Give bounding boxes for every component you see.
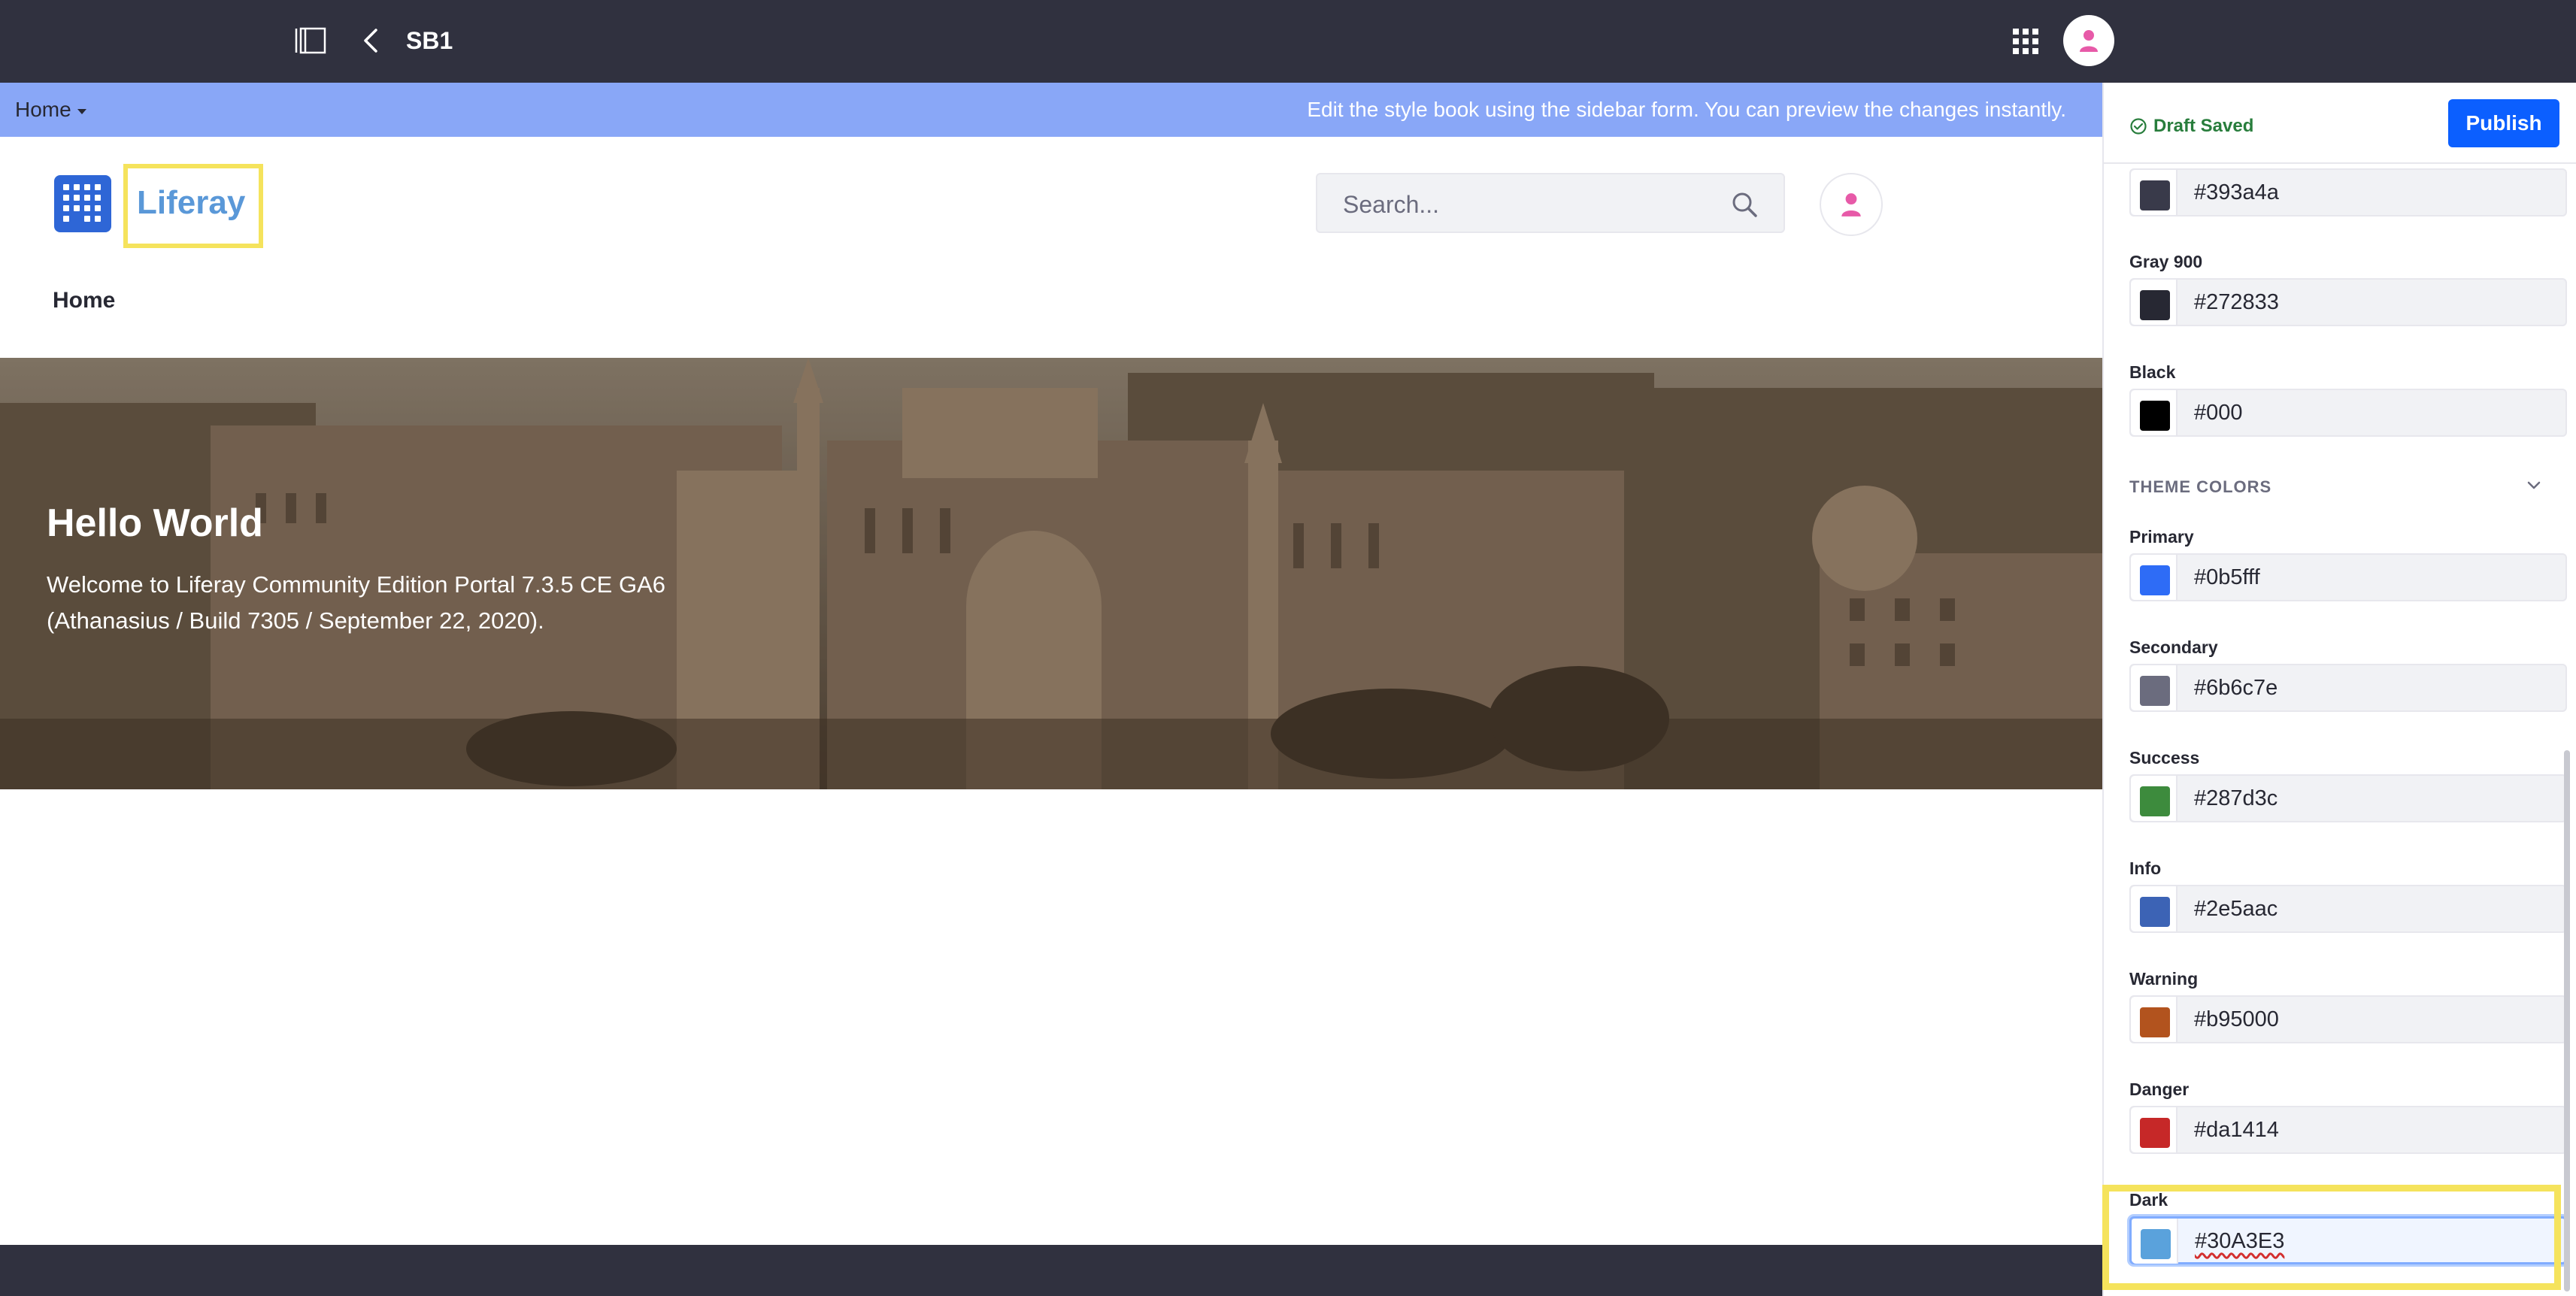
- color-swatch: [2140, 786, 2170, 816]
- field-label: Black: [2129, 362, 2176, 382]
- page-selector-label: Home: [15, 98, 71, 121]
- color-value: #272833: [2194, 290, 2279, 314]
- style-book-sidebar: Draft Saved Publish #393a4a Gray 900 #27…: [2102, 83, 2576, 1296]
- color-input[interactable]: #287d3c: [2129, 774, 2567, 822]
- color-value: #000: [2194, 401, 2243, 425]
- color-picker-button[interactable]: [2131, 997, 2177, 1042]
- color-picker-button[interactable]: [2131, 776, 2177, 821]
- page-selector[interactable]: Home: [15, 95, 86, 125]
- sidebar-scrollbar[interactable]: [2564, 750, 2570, 1291]
- color-value: #287d3c: [2194, 786, 2278, 810]
- field-label: Info: [2129, 858, 2162, 878]
- color-input[interactable]: #0b5fff: [2129, 553, 2567, 601]
- color-value: #2e5aac: [2194, 897, 2278, 921]
- color-input[interactable]: #da1414: [2129, 1106, 2567, 1154]
- style-book-title: SB1: [406, 27, 453, 54]
- color-value: #0b5fff: [2194, 565, 2260, 589]
- color-picker-button[interactable]: [2131, 170, 2177, 215]
- color-picker-button[interactable]: [2131, 665, 2177, 710]
- site-search-input[interactable]: Search...: [1316, 173, 1785, 233]
- color-swatch: [2140, 565, 2170, 595]
- color-swatch: [2140, 1118, 2170, 1148]
- color-picker-button[interactable]: [2131, 555, 2177, 600]
- color-input[interactable]: #2e5aac: [2129, 885, 2567, 933]
- field-label: Primary: [2129, 527, 2194, 547]
- color-input[interactable]: #393a4a: [2129, 168, 2567, 217]
- nav-item-home[interactable]: Home: [53, 286, 115, 316]
- color-picker-button[interactable]: [2131, 390, 2177, 435]
- field-label: Success: [2129, 748, 2200, 768]
- color-swatch: [2140, 1007, 2170, 1037]
- color-swatch: [2140, 180, 2170, 210]
- color-input[interactable]: #30A3E3: [2129, 1216, 2567, 1264]
- color-swatch: [2140, 290, 2170, 320]
- field-label: Dark: [2129, 1190, 2168, 1210]
- color-input[interactable]: #272833: [2129, 278, 2567, 326]
- site-name-highlight: [123, 164, 263, 248]
- color-picker-button[interactable]: [2131, 1107, 2177, 1152]
- draft-status: Draft Saved: [2129, 114, 2253, 138]
- field-label: Secondary: [2129, 637, 2218, 657]
- color-value: #393a4a: [2194, 180, 2279, 204]
- color-swatch: [2140, 401, 2170, 431]
- hero-title: Hello World: [47, 501, 263, 545]
- site-user-avatar[interactable]: [1820, 173, 1883, 236]
- hero-text: Welcome to Liferay Community Edition Por…: [47, 571, 665, 634]
- draft-status-label: Draft Saved: [2153, 116, 2254, 136]
- color-value: #6b6c7e: [2194, 676, 2278, 700]
- control-bar: SB1: [0, 0, 2576, 83]
- back-icon[interactable]: [359, 26, 383, 56]
- color-value: #da1414: [2194, 1118, 2279, 1142]
- caret-down-icon: [77, 108, 86, 114]
- user-avatar[interactable]: [2063, 15, 2114, 66]
- sidebar-header: Draft Saved Publish: [2104, 83, 2576, 164]
- info-strip: Home Edit the style book using the sideb…: [0, 83, 2102, 137]
- color-picker-button[interactable]: [2131, 886, 2177, 931]
- color-input[interactable]: #6b6c7e: [2129, 664, 2567, 712]
- sidebar-toggle-icon[interactable]: [295, 27, 328, 54]
- field-label: Danger: [2129, 1079, 2190, 1099]
- user-avatar-icon: [1841, 193, 1861, 217]
- field-label: Gray 900: [2129, 252, 2203, 271]
- color-picker-button[interactable]: [2132, 1219, 2178, 1264]
- color-input[interactable]: #000: [2129, 389, 2567, 437]
- color-picker-button[interactable]: [2131, 280, 2177, 325]
- search-placeholder: Search...: [1343, 191, 1440, 218]
- field-label: Warning: [2129, 969, 2199, 989]
- search-icon[interactable]: [1729, 189, 1759, 220]
- hero-banner: Hello World Welcome to Liferay Community…: [0, 358, 2102, 789]
- color-value: #30A3E3: [2195, 1229, 2285, 1253]
- site-preview: Liferay Search... Home Hello World Welco…: [0, 137, 2102, 1245]
- color-value: #b95000: [2194, 1007, 2279, 1031]
- apps-grid-icon[interactable]: [2011, 27, 2040, 56]
- color-swatch: [2141, 1229, 2171, 1259]
- liferay-logo-icon[interactable]: [54, 175, 111, 232]
- chevron-down-icon[interactable]: [2523, 475, 2544, 496]
- info-message: Edit the style book using the sidebar fo…: [1307, 98, 2066, 121]
- theme-colors-heading[interactable]: THEME COLORS: [2129, 477, 2271, 498]
- check-circle-icon: [2130, 118, 2147, 135]
- color-swatch: [2140, 897, 2170, 927]
- site-footer: [0, 1245, 2102, 1296]
- user-avatar-icon: [2080, 30, 2098, 52]
- color-input[interactable]: #b95000: [2129, 995, 2567, 1043]
- publish-button[interactable]: Publish: [2448, 99, 2559, 147]
- color-swatch: [2140, 676, 2170, 706]
